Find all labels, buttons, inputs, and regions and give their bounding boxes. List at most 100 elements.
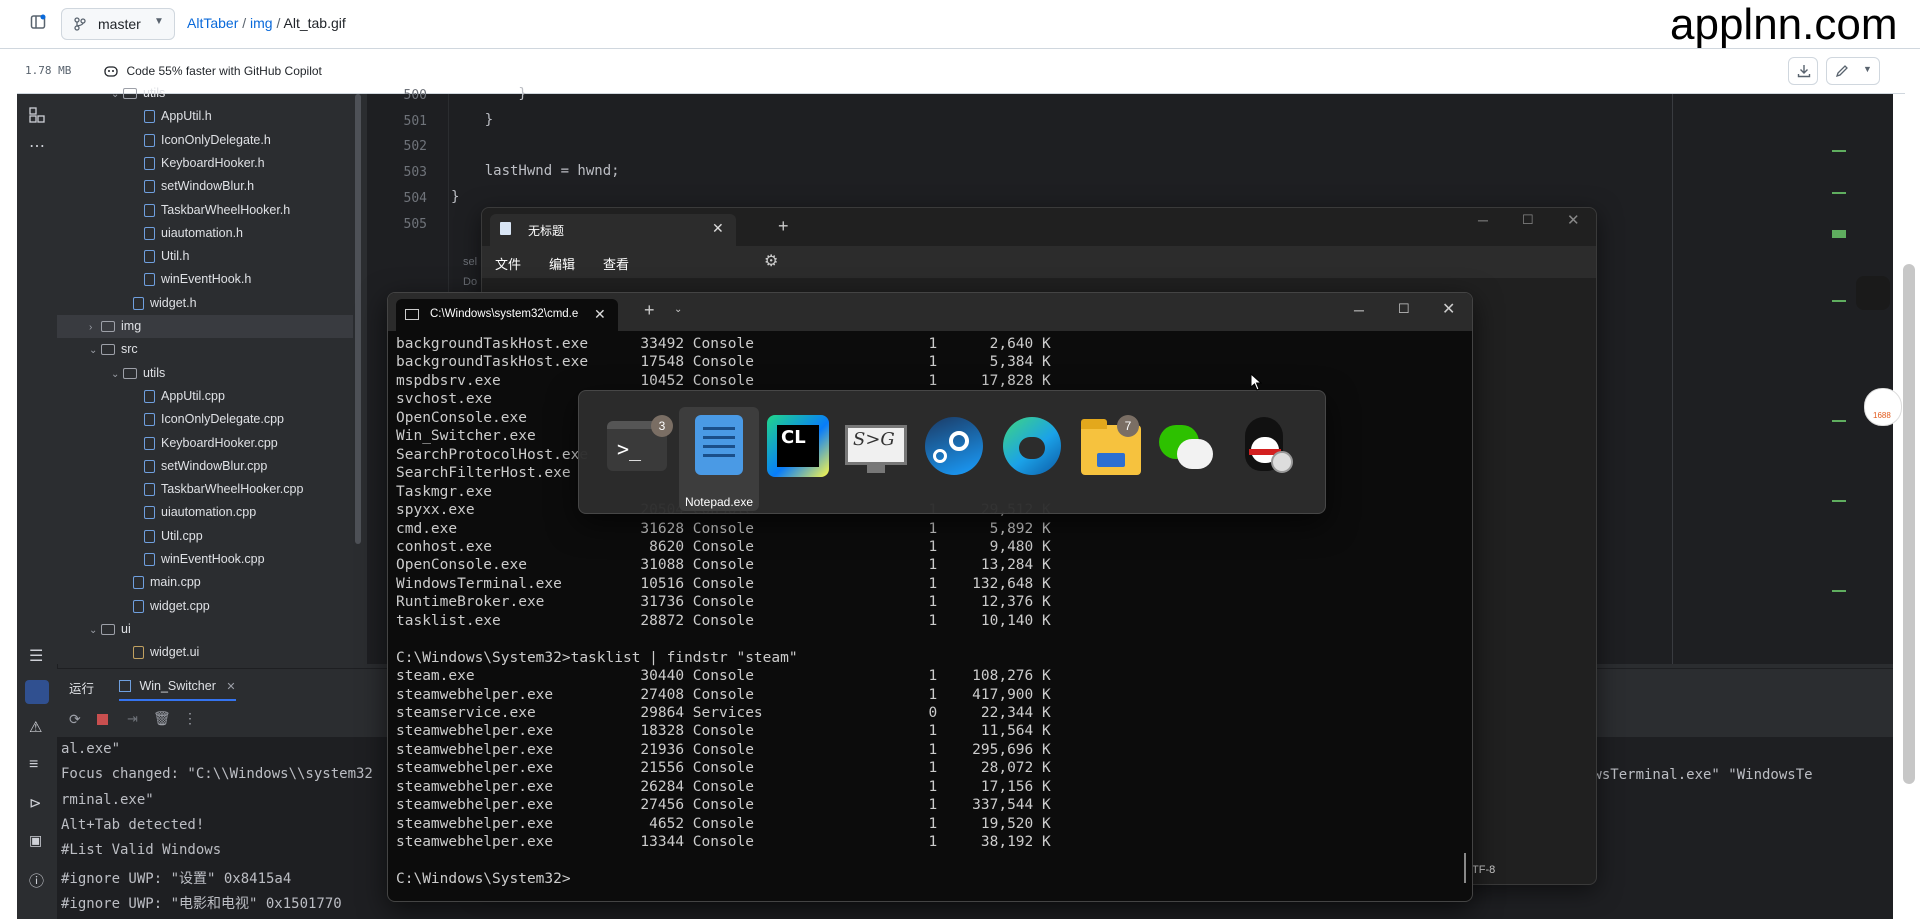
scrollbar-thumb[interactable] bbox=[1903, 264, 1915, 784]
cpp-file-icon bbox=[144, 506, 155, 520]
problems-icon[interactable]: ⓘ bbox=[29, 870, 44, 891]
selected-app-label: Notepad.exe bbox=[684, 495, 754, 509]
tree-file[interactable]: IconOnlyDelegate.cpp bbox=[144, 408, 284, 431]
breadcrumb: AltTaber / img / Alt_tab.gif bbox=[187, 15, 346, 31]
tree-file[interactable]: TaskbarWheelHooker.h bbox=[144, 199, 290, 222]
gear-icon[interactable]: ⚙ bbox=[764, 251, 778, 271]
close-icon[interactable]: ✕ bbox=[712, 220, 724, 237]
branch-selector[interactable]: master ▼ bbox=[61, 8, 175, 40]
run-icon[interactable] bbox=[25, 680, 49, 704]
tree-file[interactable]: widget.cpp bbox=[133, 595, 210, 618]
breadcrumb-folder[interactable]: img bbox=[250, 15, 273, 31]
menu-icon[interactable]: ≡ bbox=[29, 756, 38, 774]
steam-icon[interactable] bbox=[919, 411, 989, 481]
chevron-down-icon[interactable]: ⌄ bbox=[89, 619, 101, 642]
terminal-line: tasklist.exe 28872 Console 1 10,140 K bbox=[396, 612, 1051, 629]
services-icon[interactable]: ⊳ bbox=[29, 794, 42, 812]
tree-file[interactable]: widget.ui bbox=[133, 641, 199, 664]
minimize-icon[interactable]: ─ bbox=[1478, 212, 1488, 228]
tree-file[interactable]: setWindowBlur.h bbox=[144, 175, 254, 198]
list-icon[interactable]: ☰ bbox=[29, 646, 43, 666]
tree-file[interactable]: Util.cpp bbox=[144, 525, 203, 548]
close-icon[interactable]: ✕ bbox=[594, 306, 606, 323]
tree-file[interactable]: KeyboardHooker.h bbox=[144, 152, 265, 175]
chevron-down-icon[interactable]: ⌄ bbox=[89, 339, 101, 362]
console-line: #ignore UWP: "设置" 0x8415a4 bbox=[61, 870, 292, 887]
tree-file[interactable]: uiautomation.cpp bbox=[144, 501, 256, 524]
tab-run[interactable]: 运行 bbox=[69, 678, 94, 697]
tree-file[interactable]: AppUtil.h bbox=[144, 105, 212, 128]
structure-icon[interactable] bbox=[28, 106, 46, 124]
branch-name: master bbox=[98, 16, 141, 32]
line-number: 502 bbox=[403, 139, 427, 155]
new-tab-icon[interactable]: + bbox=[644, 300, 655, 321]
terminal-line: C:\Windows\System32> bbox=[396, 871, 571, 888]
menu-file[interactable]: 文件 bbox=[495, 254, 521, 273]
menu-view[interactable]: 查看 bbox=[603, 254, 629, 273]
tree-file[interactable]: winEventHook.h bbox=[144, 268, 251, 291]
tree-file[interactable]: widget.h bbox=[133, 292, 197, 315]
scroll-end-icon[interactable]: ⇥ bbox=[127, 711, 138, 727]
notepad-icon[interactable] bbox=[683, 411, 753, 481]
rerun-icon[interactable]: ⟳ bbox=[69, 711, 81, 728]
tree-file[interactable]: IconOnlyDelegate.h bbox=[144, 129, 271, 152]
more-icon[interactable]: ⋯ bbox=[29, 136, 45, 156]
sidebar-toggle-icon[interactable] bbox=[30, 14, 46, 30]
tree-item-label: main.cpp bbox=[150, 575, 201, 590]
close-icon[interactable]: ✕ bbox=[226, 681, 235, 693]
close-icon[interactable]: ✕ bbox=[1442, 299, 1455, 319]
menu-edit[interactable]: 编辑 bbox=[549, 254, 575, 273]
warning-icon[interactable]: ⚠ bbox=[29, 718, 42, 736]
terminal-tabbar: C:\Windows\system32\cmd.e ✕ + ⌄ ─ ☐ ✕ bbox=[388, 293, 1472, 331]
edit-button[interactable]: ▼ bbox=[1826, 57, 1880, 85]
tree-folder[interactable]: › img bbox=[57, 315, 353, 338]
terminal-line: Taskmgr.exe bbox=[396, 483, 493, 500]
spyxx-icon[interactable]: S>G bbox=[841, 411, 911, 481]
copilot-link[interactable]: Code 55% faster with GitHub Copilot bbox=[104, 62, 322, 80]
tree-folder[interactable]: ⌄ ui bbox=[89, 618, 131, 641]
tree-file[interactable]: TaskbarWheelHooker.cpp bbox=[144, 478, 303, 501]
new-tab-icon[interactable]: + bbox=[778, 216, 789, 237]
stop-icon[interactable] bbox=[97, 714, 108, 725]
tree-folder[interactable]: ⌄ utils bbox=[111, 362, 165, 385]
qq-icon[interactable] bbox=[1231, 411, 1301, 481]
terminal-window[interactable]: C:\Windows\system32\cmd.e ✕ + ⌄ ─ ☐ ✕ ba… bbox=[387, 292, 1473, 902]
minimize-icon[interactable]: ─ bbox=[1354, 302, 1364, 318]
terminal-scrollbar[interactable] bbox=[1464, 853, 1466, 883]
header-file-icon bbox=[144, 226, 155, 240]
chevron-down-icon[interactable]: ⌄ bbox=[111, 83, 123, 106]
extension-avatar[interactable] bbox=[1856, 276, 1890, 310]
tree-file[interactable]: AppUtil.cpp bbox=[144, 385, 225, 408]
terminal-panel-icon[interactable]: ▣ bbox=[29, 832, 42, 849]
tree-file[interactable]: uiautomation.h bbox=[144, 222, 243, 245]
maximize-icon[interactable]: ☐ bbox=[1398, 301, 1410, 317]
trash-icon[interactable]: 🗑 bbox=[153, 710, 171, 727]
edge-icon[interactable] bbox=[997, 411, 1067, 481]
wechat-icon[interactable] bbox=[1153, 411, 1223, 481]
extension-badge[interactable]: 1688 bbox=[1864, 388, 1902, 426]
tree-folder[interactable]: ⌄ src bbox=[89, 338, 138, 361]
notepad-tab[interactable]: 无标题 ✕ bbox=[490, 214, 736, 246]
tree-file[interactable]: KeyboardHooker.cpp bbox=[144, 432, 278, 455]
chevron-down-icon[interactable]: ⌄ bbox=[111, 363, 123, 386]
tree-file[interactable]: Util.h bbox=[144, 245, 189, 268]
tree-folder[interactable]: ⌄ utils bbox=[111, 82, 165, 105]
terminal-tab[interactable]: C:\Windows\system32\cmd.e ✕ bbox=[396, 299, 618, 331]
clion-icon[interactable]: CL bbox=[763, 411, 833, 481]
chevron-down-icon[interactable]: ▼ bbox=[1863, 64, 1872, 74]
download-button[interactable] bbox=[1788, 57, 1818, 85]
tree-file[interactable]: main.cpp bbox=[133, 571, 201, 594]
tab-run-config[interactable]: Win_Switcher ✕ bbox=[119, 673, 236, 701]
more-icon[interactable]: ⋮ bbox=[183, 710, 197, 727]
close-icon[interactable]: ✕ bbox=[1567, 211, 1580, 229]
cpp-file-icon bbox=[133, 599, 144, 613]
tree-scrollbar[interactable] bbox=[355, 94, 361, 544]
console-line: Focus changed: "C:\\Windows\\system32 bbox=[61, 766, 373, 783]
breadcrumb-repo[interactable]: AltTaber bbox=[187, 15, 238, 31]
maximize-icon[interactable]: ☐ bbox=[1522, 212, 1534, 228]
tree-file[interactable]: setWindowBlur.cpp bbox=[144, 455, 267, 478]
code-line: } bbox=[451, 86, 527, 102]
chevron-down-icon[interactable]: ⌄ bbox=[674, 304, 682, 315]
tree-file[interactable]: winEventHook.cpp bbox=[144, 548, 265, 571]
chevron-right-icon[interactable]: › bbox=[89, 316, 101, 339]
